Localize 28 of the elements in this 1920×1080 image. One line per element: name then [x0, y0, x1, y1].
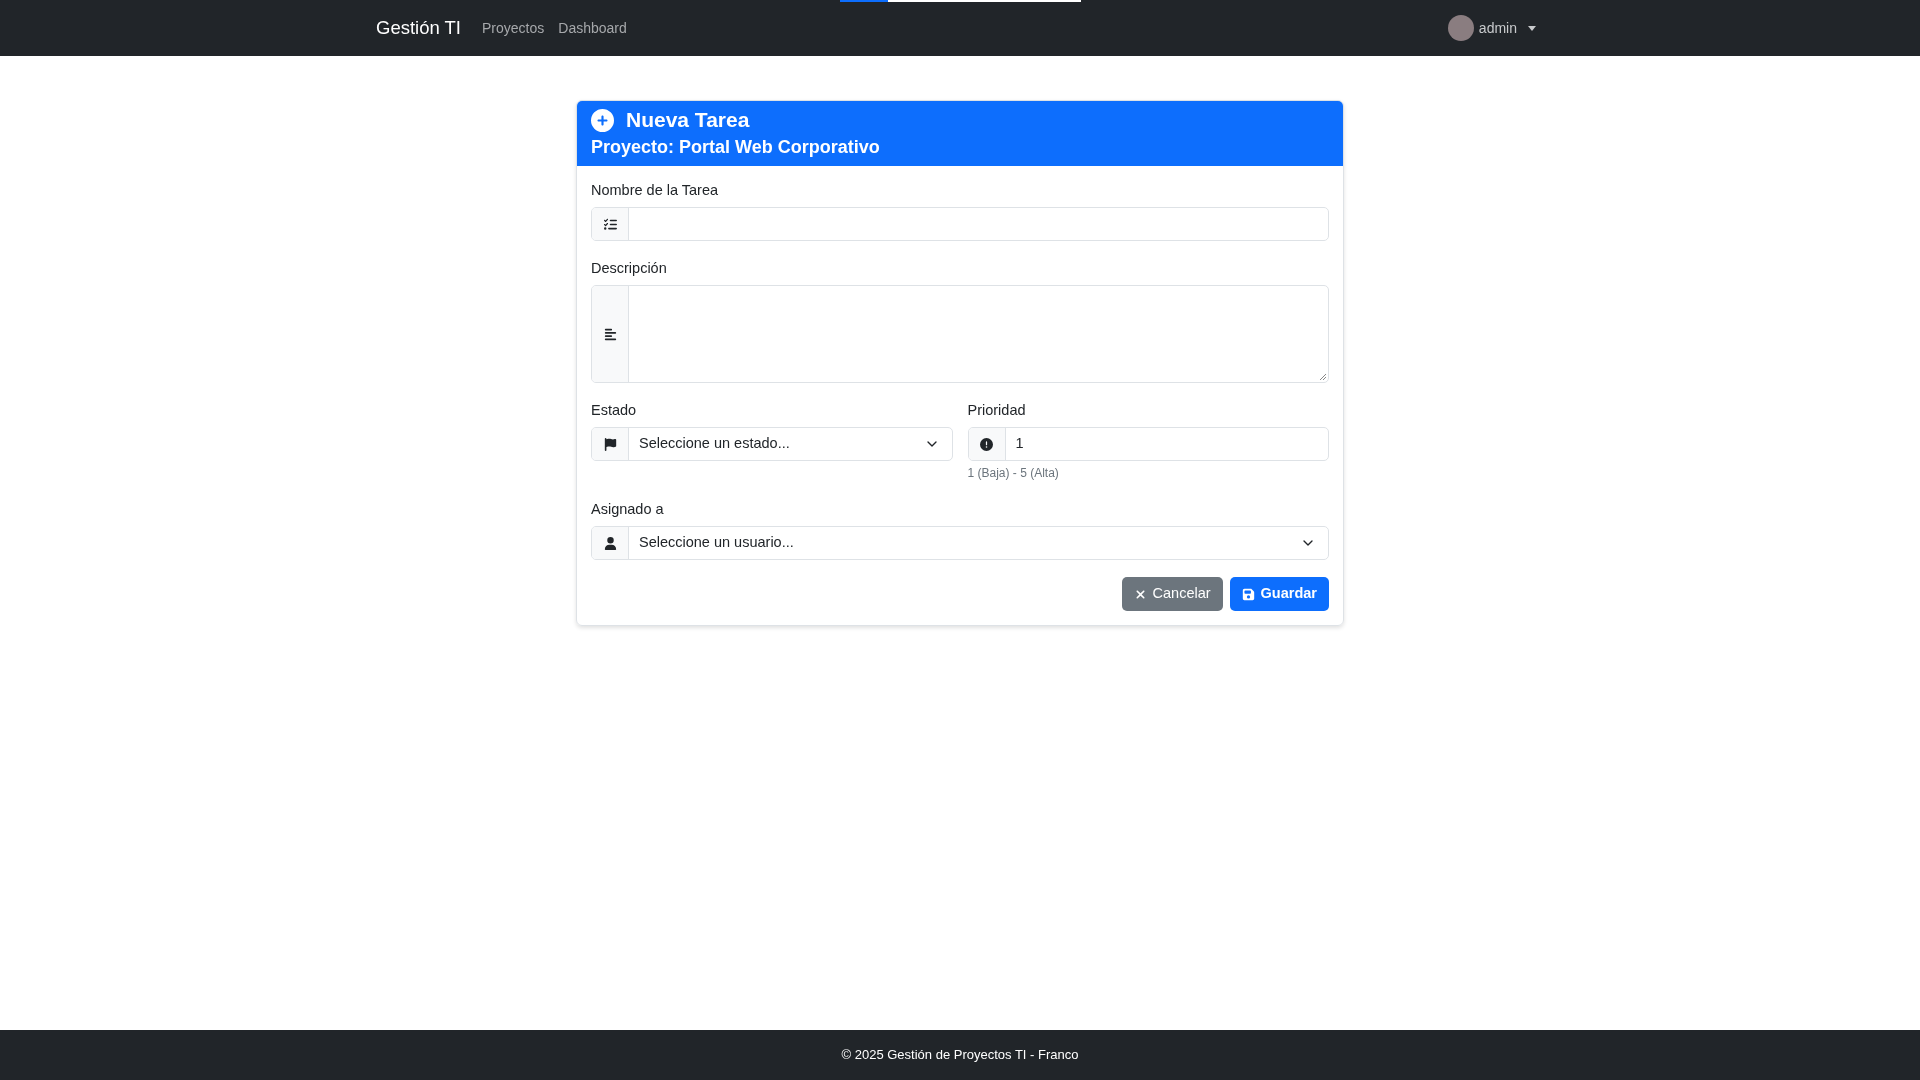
align-left-icon — [603, 327, 617, 341]
user-icon — [603, 536, 617, 550]
text-input-field[interactable] — [591, 207, 1329, 241]
brand-link[interactable]: Gestión TI — [376, 14, 461, 42]
field-label: Asignado a — [591, 500, 665, 519]
number-input-field[interactable]: 1 — [967, 427, 1329, 461]
card-subtitle: Proyecto: Portal Web Corporativo — [591, 136, 881, 159]
user-menu[interactable]: admin — [1447, 15, 1536, 41]
resize-grip-icon — [1319, 373, 1326, 380]
avatar-icon — [1447, 15, 1474, 41]
field-label: Prioridad — [967, 401, 1027, 420]
textarea-field[interactable] — [591, 285, 1329, 383]
card-title: Nueva Tarea — [626, 107, 750, 133]
select-field[interactable]: Seleccione un estado... — [591, 427, 953, 461]
nav-link[interactable]: Proyectos — [482, 17, 545, 39]
flag-icon — [603, 437, 617, 451]
nav-link[interactable]: Dashboard — [558, 17, 627, 39]
exclamation-icon — [980, 437, 993, 451]
select-field[interactable]: Seleccione un usuario... — [591, 526, 1329, 560]
caret-icon — [1528, 25, 1536, 31]
help-text: 1 (Baja) - 5 (Alta) — [967, 465, 1060, 482]
field-label: Nombre de la Tarea — [591, 181, 720, 200]
field-label: Estado — [591, 401, 638, 420]
cancel-button[interactable]: Cancelar — [1121, 577, 1223, 611]
checklist-icon — [603, 217, 617, 231]
field-label: Descripción — [591, 259, 668, 278]
footer-text: © 2025 Gestión de Proyectos TI - Franco — [841, 1046, 1079, 1065]
save-button[interactable]: Guardar — [1229, 577, 1329, 611]
